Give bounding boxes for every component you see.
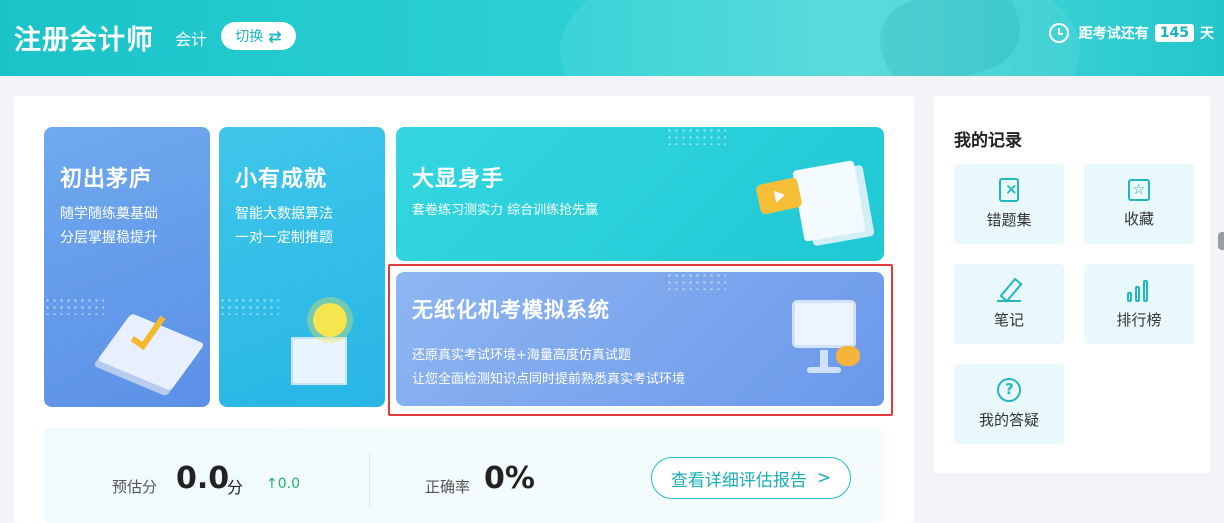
record-my-questions[interactable]: 我的答疑 [954,364,1064,444]
card-intermediate[interactable]: 小有成就 智能大数据算法 一对一定制推题 [219,127,385,407]
box-illustration [291,337,347,385]
card-title: 小有成就 [235,167,328,192]
card-beginner[interactable]: 初出茅庐 随学随练奠基础 分层掌握稳提升 [44,127,210,407]
current-subject: 会计 [175,30,208,49]
record-label: 错题集 [986,211,1032,229]
dot-pattern [219,297,279,315]
record-label: 收藏 [1123,210,1154,228]
selection-highlight [388,264,893,416]
clock-icon [1048,23,1069,43]
switch-label: 切换 [235,29,264,45]
note-pencil-icon [997,278,1021,302]
record-label: 我的答疑 [978,411,1039,429]
card-description: 智能大数据算法 一对一定制推题 [235,206,333,246]
countdown-days-badge: 145 [1154,24,1194,42]
card-description: 套卷练习测实力 综合训练抢先赢 [412,203,599,218]
estimated-score-label: 预估分 [112,478,158,496]
top-header: 注册会计师 会计 切换 ⇄ 距考试还有 145 天 [0,0,1224,76]
lightbulb-icon [313,303,347,337]
my-records-panel: 我的记录 错题集 收藏 笔记 排行榜 我的答疑 [934,96,1210,473]
exam-countdown: 距考试还有 145 天 [1048,23,1214,43]
record-label: 笔记 [993,311,1024,329]
card-title: 初出茅庐 [60,167,153,192]
card-advanced[interactable]: 大显身手 套卷练习测实力 综合训练抢先赢 [396,127,884,261]
play-icon [755,176,803,216]
estimated-score-unit: 分 [227,478,244,497]
record-wrong-questions[interactable]: 错题集 [954,164,1064,244]
chevron-right-icon: > [816,468,832,488]
practice-panel: 初出茅庐 随学随练奠基础 分层掌握稳提升 小有成就 智能大数据算法 一对一定制推… [14,96,914,523]
records-title: 我的记录 [954,131,1022,151]
card-title: 大显身手 [412,167,505,192]
record-favorites[interactable]: 收藏 [1084,164,1194,244]
accuracy-label: 正确率 [425,478,471,496]
score-change: ↑0.0 [266,476,300,492]
accuracy-value: 0% [484,461,535,496]
score-summary: 预估分 0.0 分 ↑0.0 正确率 0% 查看详细评估报告 > [44,428,884,523]
countdown-suffix: 天 [1200,26,1214,42]
dot-pattern [666,127,726,145]
dot-pattern [44,297,104,315]
app-title: 注册会计师 [14,25,154,56]
question-icon [997,378,1021,402]
scrollbar-handle[interactable] [1218,232,1224,250]
countdown-prefix: 距考试还有 [1078,26,1149,42]
wrong-book-icon [999,178,1019,202]
record-notes[interactable]: 笔记 [954,264,1064,344]
document-illustration [792,160,866,242]
switch-subject-button[interactable]: 切换 ⇄ [221,22,296,50]
view-report-label: 查看详细评估报告 [670,470,807,491]
favorite-icon [1128,179,1150,201]
record-ranking[interactable]: 排行榜 [1084,264,1194,344]
estimated-score-value: 0.0 [176,461,230,496]
card-description: 随学随练奠基础 分层掌握稳提升 [60,206,158,246]
score-change-value: 0.0 [277,476,300,492]
arrow-up-icon: ↑ [266,476,278,492]
view-report-button[interactable]: 查看详细评估报告 > [651,457,851,499]
ranking-bars-icon [1127,278,1151,302]
divider [369,453,370,508]
swap-arrows-icon: ⇄ [268,26,282,46]
record-label: 排行榜 [1116,311,1162,329]
